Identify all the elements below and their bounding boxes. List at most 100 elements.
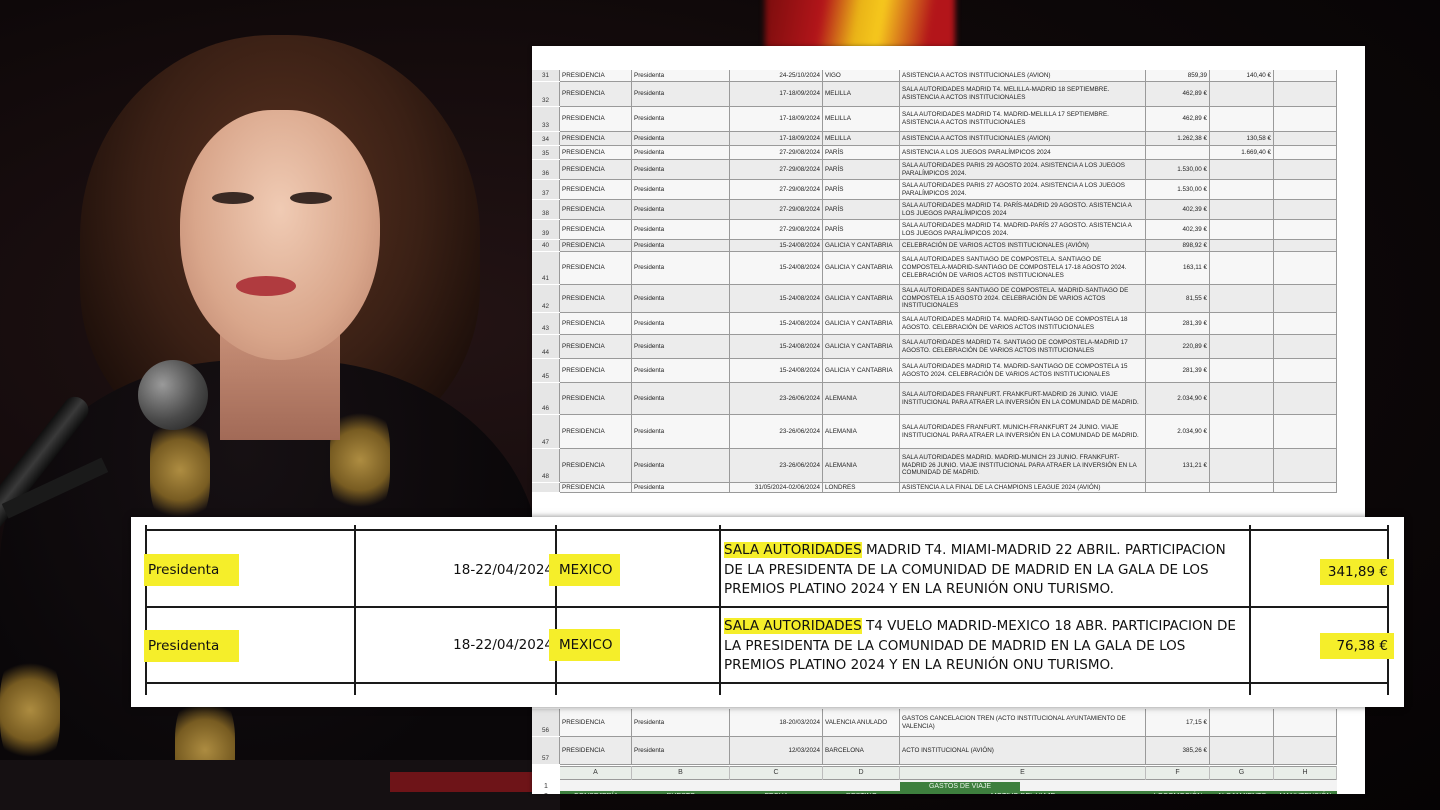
destino-cell: LONDRES [823,483,900,492]
row-number: 31 [532,70,560,81]
puesto-cell: Presidenta [632,70,730,81]
puesto-cell: Presidenta [632,415,730,448]
row-number: 42 [532,285,560,312]
column-header: FECHA [730,791,823,794]
alojamiento-cell [1210,160,1274,179]
column-header: MOTIVO DEL VIAJE [900,791,1146,794]
manutencion-cell [1274,415,1337,448]
fecha-cell: 27-29/08/2024 [730,160,823,179]
manutencion-cell [1274,709,1337,736]
motivo-cell: SALA AUTORIDADES MADRID T4. PARÍS-MADRID… [900,200,1146,219]
consejeria-cell: PRESIDENCIA [560,220,632,239]
motivo-cell: SALA AUTORIDADES MADRID T4. SANTIAGO DE … [900,335,1146,358]
locomocion-cell: 281,39 € [1146,359,1210,382]
destino-cell: GALICIA Y CANTABRIA [823,335,900,358]
row-number: 45 [532,359,560,382]
motivo-cell: SALA AUTORIDADES T4 VUELO MADRID-MEXICO … [724,617,1244,676]
motivo-cell: SALA AUTORIDADES MADRID. MADRID-MUNICH 2… [900,449,1146,482]
destino-cell: ALEMANIA [823,415,900,448]
fecha-cell: 15-24/08/2024 [730,313,823,334]
destino-cell: MELILLA [823,107,900,131]
table-row: 47 PRESIDENCIA Presidenta 23-26/06/2024 ALEM… [532,415,1337,449]
consejeria-cell: PRESIDENCIA [560,313,632,334]
locomocion-cell: 1.530,00 € [1146,180,1210,199]
puesto-cell: Presidenta [632,160,730,179]
motivo-cell: SALA AUTORIDADES MADRID T4. MELILLA-MADR… [900,82,1146,106]
motivo-cell: SALA AUTORIDADES PARIS 27 AGOSTO 2024. A… [900,180,1146,199]
fecha-cell: 27-29/08/2024 [730,180,823,199]
eye-shape [212,192,254,204]
manutencion-cell [1274,449,1337,482]
alojamiento-cell: 1.669,40 € [1210,146,1274,159]
table-row: 34 PRESIDENCIA Presidenta 17-18/09/2024 MELI… [532,132,1337,146]
locomocion-cell: 402,39 € [1146,200,1210,219]
alojamiento-cell [1210,449,1274,482]
consejeria-cell: PRESIDENCIA [560,483,632,492]
locomocion-cell: 1.262,38 € [1146,132,1210,145]
consejeria-cell: PRESIDENCIA [560,200,632,219]
column-letter: B [632,766,730,780]
destino-cell: ALEMANIA [823,383,900,414]
motivo-cell: GASTOS CANCELACION TREN (ACTO INSTITUCIO… [900,709,1146,736]
locomocion-cell: 402,39 € [1146,220,1210,239]
column-letter: C [730,766,823,780]
microphone-icon [138,360,208,430]
manutencion-cell [1274,285,1337,312]
locomocion-cell: 17,15 € [1146,709,1210,736]
destino-cell: GALICIA Y CANTABRIA [823,252,900,284]
consejeria-cell: PRESIDENCIA [560,415,632,448]
fecha-cell: 15-24/08/2024 [730,252,823,284]
table-row: 44 PRESIDENCIA Presidenta 15-24/08/2024 GALI… [532,335,1337,359]
row-number: 41 [532,252,560,284]
grid-line [354,525,356,695]
column-header: MANUTENCIÓN [1274,791,1337,794]
row-number: 39 [532,220,560,239]
motivo-cell: ASISTENCIA A LOS JUEGOS PARALÍMPICOS 202… [900,146,1146,159]
table-row: 32 PRESIDENCIA Presidenta 17-18/09/2024 MELI… [532,82,1337,107]
manutencion-cell [1274,180,1337,199]
grid-line [555,525,557,695]
puesto-cell: Presidenta [632,335,730,358]
fecha-cell: 27-29/08/2024 [730,220,823,239]
row-number: 40 [532,240,560,251]
puesto-cell: Presidenta [632,180,730,199]
table-row: 48 PRESIDENCIA Presidenta 23-26/06/2024 ALEM… [532,449,1337,483]
fecha-cell: 17-18/09/2024 [730,82,823,106]
row-number: 36 [532,160,560,179]
motivo-highlight: SALA AUTORIDADES [724,618,862,634]
destino-cell: GALICIA Y CANTABRIA [823,313,900,334]
manutencion-cell [1274,383,1337,414]
alojamiento-cell [1210,483,1274,492]
motivo-cell: SALA AUTORIDADES MADRID T4. MADRID-SANTI… [900,359,1146,382]
alojamiento-cell [1210,383,1274,414]
grid-line [145,682,1389,684]
puesto-cell: Presidenta [632,220,730,239]
motivo-cell: ACTO INSTITUCIONAL (AVIÓN) [900,737,1146,764]
fecha-cell: 18-20/03/2024 [730,709,823,736]
column-letter-header: ABCDEFGH [560,766,1337,780]
consejeria-cell: PRESIDENCIA [560,449,632,482]
alojamiento-cell [1210,313,1274,334]
fecha-cell: 23-26/06/2024 [730,383,823,414]
row-number: 56 [532,709,560,736]
destino-cell: PARÍS [823,160,900,179]
alojamiento-cell [1210,200,1274,219]
manutencion-cell [1274,220,1337,239]
manutencion-cell [1274,359,1337,382]
destino-cell: PARÍS [823,180,900,199]
table-row: 43 PRESIDENCIA Presidenta 15-24/08/2024 GALI… [532,313,1337,335]
puesto-cell: Presidenta [632,285,730,312]
consejeria-cell: PRESIDENCIA [560,285,632,312]
table-row: 40 PRESIDENCIA Presidenta 15-24/08/2024 GALI… [532,240,1337,252]
destino-cell: BARCELONA [823,737,900,764]
column-header: ALOJAMIENTO [1210,791,1274,794]
table-row: 36 PRESIDENCIA Presidenta 27-29/08/2024 PARÍ… [532,160,1337,180]
puesto-cell: Presidenta [632,240,730,251]
table-row: PRESIDENCIA Presidenta 31/05/2024-02/06/20… [532,483,1337,493]
puesto-cell: Presidenta [632,449,730,482]
locomocion-cell: 220,89 € [1146,335,1210,358]
row-number: 47 [532,415,560,448]
consejeria-cell: PRESIDENCIA [560,180,632,199]
locomocion-cell: 131,21 € [1146,449,1210,482]
importe-cell: 76,38 € [1320,633,1394,659]
